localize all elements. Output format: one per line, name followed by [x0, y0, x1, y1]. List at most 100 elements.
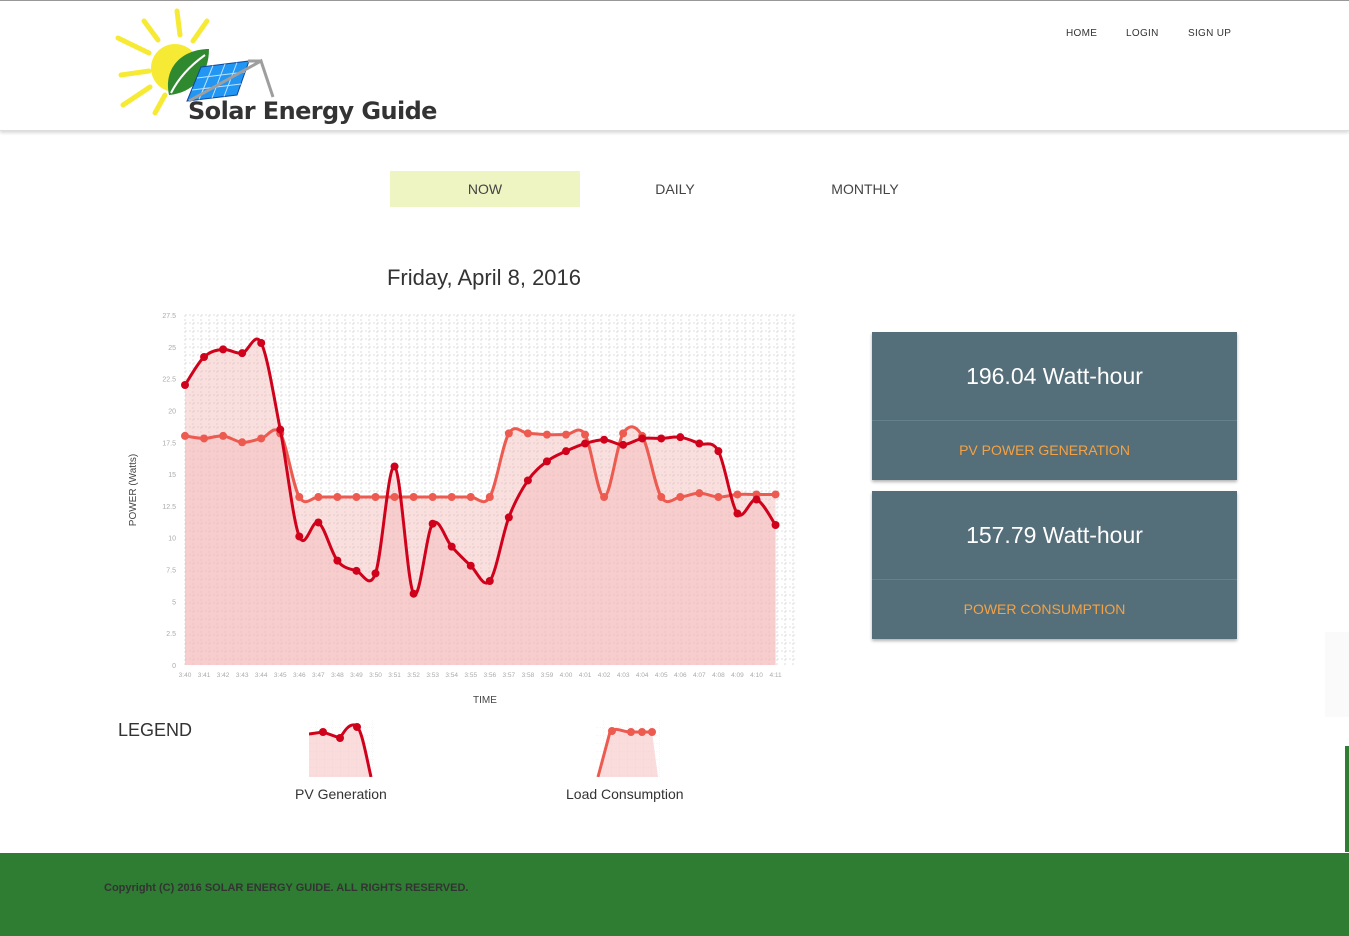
load-consumption-point: [219, 431, 228, 440]
x-tick-label: 3:52: [407, 672, 420, 679]
pv-generation-point: [562, 447, 570, 456]
pv-generation-point: [657, 434, 666, 443]
x-tick-label: 3:45: [274, 672, 287, 679]
power-consumption-card: 157.79 Watt-hour POWER CONSUMPTION: [872, 491, 1237, 639]
load-consumption-point: [504, 429, 513, 438]
x-tick-label: 3:44: [255, 672, 268, 679]
pv-generation-point: [181, 381, 189, 389]
load-consumption-point: [428, 493, 437, 501]
pv-generation-point: [257, 339, 266, 347]
pv-generation-point: [238, 349, 247, 358]
scroll-edge: [1325, 632, 1349, 717]
pv-generation-point: [314, 518, 323, 527]
pv-generation-point: [676, 433, 685, 442]
y-tick-label: 0: [172, 663, 176, 670]
load-consumption-point: [466, 493, 475, 501]
y-axis-title: POWER (Watts): [128, 454, 139, 526]
pv-generation-label: PV POWER GENERATION: [959, 442, 1130, 458]
load-consumption-point: [447, 493, 456, 501]
pv-generation-point: [466, 561, 475, 570]
x-tick-label: 3:57: [503, 672, 516, 679]
pv-generation-point: [428, 519, 437, 528]
load-consumption-point: [523, 429, 532, 438]
x-tick-label: 3:48: [331, 672, 344, 679]
x-tick-label: 3:50: [369, 672, 382, 679]
nav-home-link[interactable]: HOME: [1066, 28, 1097, 39]
pv-generation-point: [504, 513, 513, 522]
x-tick-label: 3:41: [198, 672, 211, 679]
load-consumption-point: [238, 438, 247, 447]
pv-generation-point: [638, 434, 647, 443]
load-consumption-point: [562, 430, 570, 439]
pv-generation-point: [581, 439, 590, 448]
x-tick-label: 4:09: [731, 672, 744, 679]
footer: Copyright (C) 2016 SOLAR ENERGY GUIDE. A…: [0, 853, 1349, 936]
tab-monthly[interactable]: MONTHLY: [770, 171, 960, 207]
x-tick-label: 3:47: [312, 672, 325, 679]
load-consumption-point: [657, 493, 666, 501]
y-tick-label: 27.5: [162, 313, 176, 320]
chart-title: Friday, April 8, 2016: [386, 265, 582, 290]
pv-generation-point: [619, 440, 628, 449]
pv-generation-point: [352, 566, 361, 575]
power-chart: 0 2.5 5 7.5 10 12.5 15 17.5 20 22.5 25 27.5 3:40 3:41…: [120, 300, 810, 715]
y-tick-label: 7.5: [166, 568, 176, 575]
pv-generation-point: [409, 589, 418, 598]
y-tick-label: 22.5: [162, 377, 176, 384]
x-tick-label: 3:51: [388, 672, 401, 679]
load-consumption-point: [200, 434, 209, 443]
pv-generation-point: [485, 577, 494, 585]
nav-signup-link[interactable]: SIGN UP: [1188, 28, 1231, 39]
x-tick-label: 3:43: [236, 672, 249, 679]
load-consumption-point: [333, 493, 342, 501]
load-consumption-point: [352, 493, 361, 501]
x-tick-label: 4:06: [674, 672, 687, 679]
load-consumption-point: [257, 434, 266, 443]
y-tick-label: 5: [172, 599, 176, 606]
x-tick-label: 3:54: [445, 672, 458, 679]
x-tick-label: 3:58: [522, 672, 535, 679]
pv-generation-point: [219, 345, 228, 354]
header: Solar Energy Guide HOME LOGIN SIGN UP: [0, 1, 1349, 131]
y-tick-label: 20: [168, 408, 176, 415]
pv-generation-point: [714, 447, 723, 456]
load-consumption-point: [390, 493, 399, 501]
load-consumption-point: [314, 493, 323, 501]
tab-now[interactable]: NOW: [390, 171, 580, 207]
y-tick-label: 25: [168, 345, 176, 352]
x-tick-label: 3:46: [293, 672, 306, 679]
load-consumption-point: [676, 493, 685, 501]
pv-generation-point: [333, 556, 342, 565]
pv-generation-point: [200, 353, 209, 361]
power-chart-svg: 0 2.5 5 7.5 10 12.5 15 17.5 20 22.5 25 27.5 3:40 3:41…: [128, 313, 795, 706]
load-consumption-point: [581, 430, 590, 439]
y-tick-label: 15: [168, 472, 176, 479]
pv-generation-card: 196.04 Watt-hour PV POWER GENERATION: [872, 332, 1237, 480]
y-tick-label: 12.5: [162, 504, 176, 511]
pv-generation-point: [390, 462, 399, 471]
side-strip: [1345, 746, 1349, 852]
nav-login-link[interactable]: LOGIN: [1126, 28, 1159, 39]
x-tick-label: 4:01: [579, 672, 592, 679]
legend-title: LEGEND: [118, 720, 193, 740]
x-tick-label: 4:07: [693, 672, 706, 679]
load-consumption-point: [542, 430, 551, 439]
pv-generation-point: [752, 495, 761, 504]
tab-daily[interactable]: DAILY: [580, 171, 770, 207]
x-tick-label: 3:42: [217, 672, 230, 679]
pv-generation-point: [542, 457, 551, 466]
x-tick-label: 4:00: [560, 672, 573, 679]
pv-generation-point: [600, 435, 609, 444]
brand-logo[interactable]: Solar Energy Guide: [113, 5, 437, 129]
legend-pv-label: PV Generation: [295, 786, 387, 802]
pv-generation-point: [695, 439, 704, 448]
pv-generation-value: 196.04 Watt-hour: [872, 332, 1237, 421]
brand-name: Solar Energy Guide: [188, 97, 437, 125]
pv-generation-point: [733, 509, 742, 518]
x-tick-label: 4:10: [750, 672, 763, 679]
pv-legend-icon: [309, 720, 375, 777]
load-consumption-point: [409, 493, 418, 501]
load-consumption-point: [619, 429, 628, 438]
pv-generation-point: [295, 532, 304, 541]
x-tick-label: 4:08: [712, 672, 725, 679]
